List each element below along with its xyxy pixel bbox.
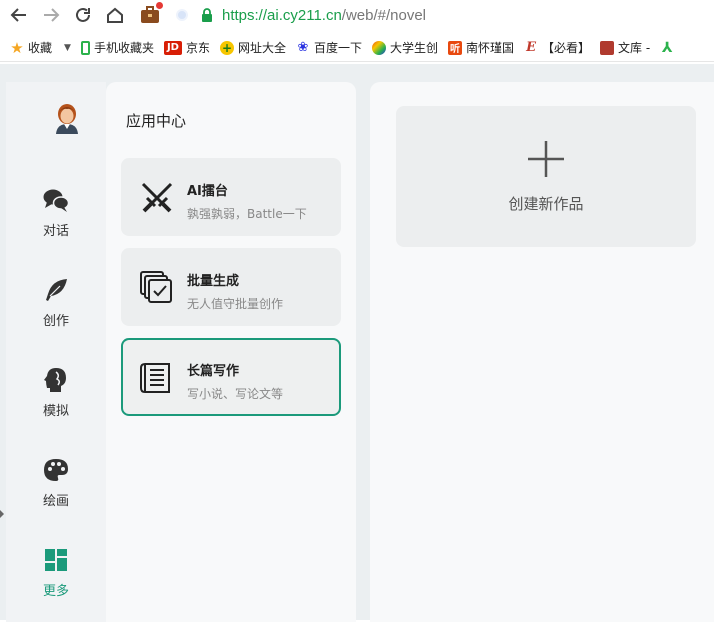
rail-item-label: 模拟 (42, 404, 69, 419)
rail-item-more[interactable]: 更多 (28, 546, 84, 599)
reload-button[interactable] (70, 2, 96, 28)
bookmark-label: 南怀瑾国 (466, 41, 515, 55)
star-icon: ★ (10, 38, 24, 57)
app-card-ai-arena[interactable]: AI擂台 孰强孰弱，Battle一下 (121, 158, 341, 236)
rail-item-label: 对话 (42, 224, 69, 239)
bookmark-item[interactable]: 文库 - (600, 39, 650, 56)
jd-icon: JD (163, 40, 182, 55)
e-icon: E (526, 40, 536, 55)
app-card-long-writing[interactable]: 长篇写作 写小说、写论文等 (121, 338, 341, 416)
expand-arrow-icon[interactable] (0, 510, 4, 518)
notification-dot (156, 2, 163, 9)
feather-icon (46, 279, 67, 301)
create-new-work-button[interactable]: 创建新作品 (396, 106, 696, 247)
bookmark-label: 手机收藏夹 (93, 41, 154, 55)
extension-button[interactable] (140, 2, 163, 25)
listen-icon: 听 (448, 40, 463, 55)
wenku-icon (600, 40, 615, 55)
baidu-paw-icon: ❀ (297, 40, 309, 55)
url-path: /web/#/novel (341, 6, 427, 24)
bookmark-label: 【必看】 (542, 41, 591, 55)
arrow-left-icon (10, 8, 26, 22)
bookmark-label: 收藏 (28, 41, 53, 55)
user-avatar[interactable] (54, 102, 80, 134)
panel-title: 应用中心 (126, 112, 187, 130)
side-rail (6, 82, 106, 622)
head-profile-icon (44, 368, 66, 392)
figure-icon: ⅄ (661, 39, 673, 56)
book-pages-icon (140, 363, 170, 393)
address-bar[interactable]: https://ai.cy211.cn/web/#/novel (176, 2, 696, 28)
bookmark-label: 百度一下 (313, 41, 362, 55)
lock-icon (202, 8, 212, 22)
bookmark-item[interactable]: 大学生创 (372, 39, 438, 56)
app-card-batch-generate[interactable]: 批量生成 无人值守批量创作 (121, 248, 341, 326)
palette-icon (44, 459, 68, 481)
bookmark-item[interactable]: ❀ 百度一下 (296, 39, 362, 56)
site-info-icon[interactable] (176, 9, 188, 21)
rail-item-create[interactable]: 创作 (28, 276, 84, 329)
reload-icon (76, 7, 90, 22)
browser-toolbar: https://ai.cy211.cn/web/#/novel (0, 0, 714, 30)
url-host: ai.cy211.cn (267, 6, 342, 24)
app-center-panel: 应用中心 AI擂台 孰强孰弱，Battle一下 批量生成 无人值守批量创作 长篇… (106, 82, 356, 622)
stacked-check-icon (140, 271, 172, 303)
card-title: 批量生成 (187, 274, 240, 289)
bookmark-item[interactable]: E 【必看】 (524, 39, 590, 56)
plus-circle-icon: + (219, 40, 234, 55)
bookmark-label: 文库 - (618, 41, 651, 55)
card-subtitle: 无人值守批量创作 (187, 297, 284, 311)
rail-item-paint[interactable]: 绘画 (28, 456, 84, 509)
works-area: 创建新作品 (370, 82, 714, 622)
chat-bubbles-icon (43, 189, 70, 212)
grid-layout-icon (45, 549, 67, 571)
back-button[interactable] (6, 2, 32, 28)
bookmark-item[interactable]: ⅄ (660, 39, 678, 56)
rail-item-label: 更多 (42, 584, 69, 599)
arrow-right-icon (44, 8, 60, 22)
colorful-icon (372, 40, 386, 55)
url-text[interactable]: https://ai.cy211.cn/web/#/novel (222, 7, 426, 24)
forward-button[interactable] (38, 2, 64, 28)
bookmark-label: 京东 (185, 41, 210, 55)
card-subtitle: 孰强孰弱，Battle一下 (187, 207, 307, 221)
bookmark-label: 大学生创 (390, 41, 439, 55)
rail-item-chat[interactable]: 对话 (28, 186, 84, 239)
crossed-swords-icon (141, 182, 173, 213)
home-button[interactable] (102, 2, 128, 28)
rail-item-simulate[interactable]: 模拟 (28, 366, 84, 419)
plus-icon (528, 141, 564, 177)
phone-icon (80, 40, 90, 55)
rail-item-label: 创作 (42, 314, 69, 329)
bookmark-favorites[interactable]: ★ 收藏 ▼ (10, 38, 71, 57)
chevron-down-icon: ▼ (64, 42, 71, 53)
create-new-work-label: 创建新作品 (508, 195, 584, 213)
bookmark-item[interactable]: JD 京东 (163, 39, 210, 56)
bookmark-item[interactable]: + 网址大全 (219, 39, 286, 56)
url-scheme: https:// (222, 6, 268, 24)
bookmarks-bar: ★ 收藏 ▼ 手机收藏夹 JD 京东 + 网址大全 ❀ 百度一下 大学生创 听 … (0, 34, 714, 62)
home-icon (107, 7, 123, 23)
card-title: AI擂台 (187, 184, 228, 199)
bookmark-item[interactable]: 听 南怀瑾国 (448, 39, 514, 56)
rail-item-label: 绘画 (42, 494, 69, 509)
bookmark-label: 网址大全 (237, 41, 286, 55)
card-subtitle: 写小说、写论文等 (187, 387, 284, 401)
bookmark-item[interactable]: 手机收藏夹 (80, 39, 154, 56)
card-title: 长篇写作 (187, 364, 240, 379)
